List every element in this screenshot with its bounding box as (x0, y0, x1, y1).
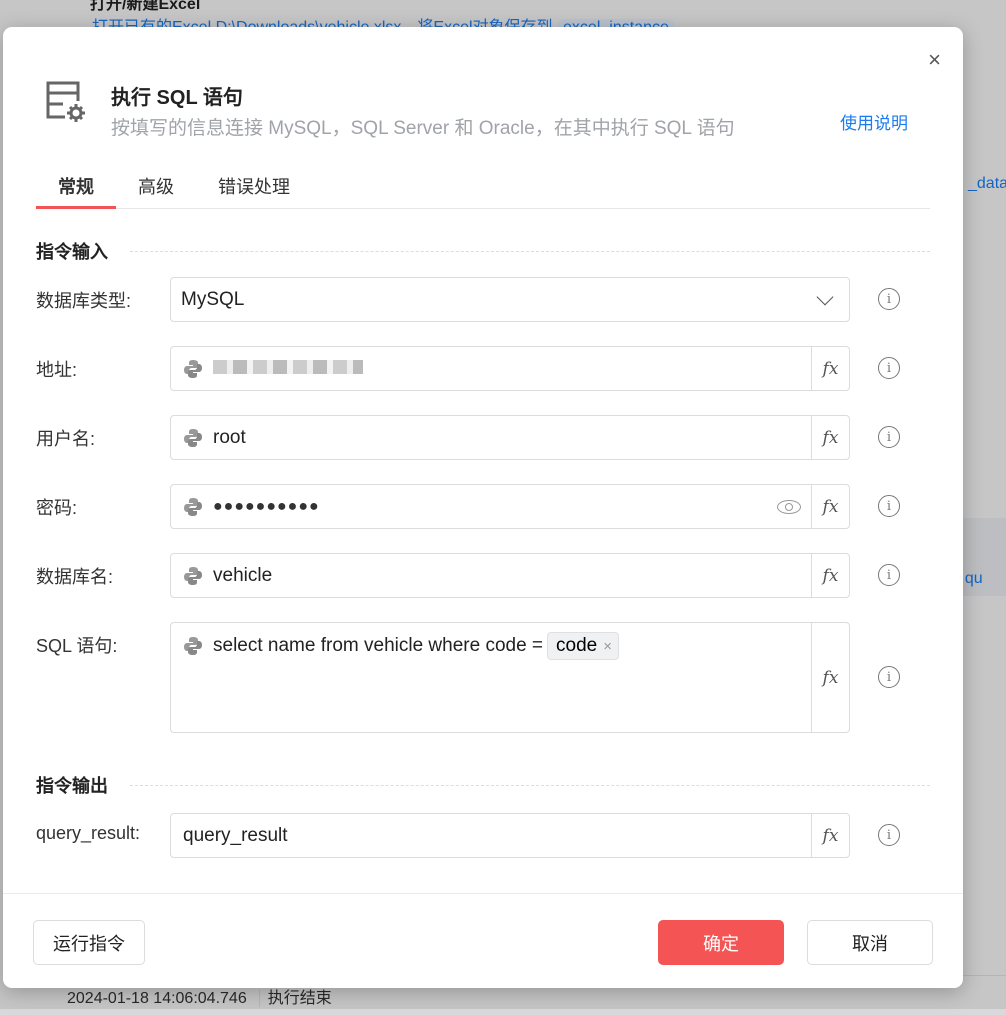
variable-chip[interactable]: code × (547, 632, 619, 660)
cancel-button[interactable]: 取消 (807, 920, 933, 965)
info-icon[interactable]: i (878, 666, 900, 688)
fx-button[interactable]: fx (811, 814, 849, 857)
tab-bar: 常规 高级 错误处理 (36, 167, 930, 209)
python-icon (184, 637, 202, 655)
info-icon[interactable]: i (878, 495, 900, 517)
info-icon[interactable]: i (878, 288, 900, 310)
sql-value: select name from vehicle where code = (213, 635, 544, 656)
username-value: root (213, 426, 246, 448)
python-icon (184, 359, 202, 378)
db-type-select[interactable]: MySQL (170, 277, 850, 322)
fx-button[interactable]: fx (811, 485, 849, 528)
redacted-address (213, 359, 363, 374)
info-icon[interactable]: i (878, 357, 900, 379)
input-section-heading: 指令输入 (36, 238, 930, 264)
output-section-heading: 指令输出 (36, 772, 930, 798)
password-value: ●●●●●●●●●● (213, 497, 320, 515)
info-icon[interactable]: i (878, 564, 900, 586)
username-label: 用户名: (36, 429, 96, 449)
chip-close-icon[interactable]: × (603, 638, 612, 655)
db-type-value: MySQL (181, 288, 245, 310)
info-icon[interactable]: i (878, 426, 900, 448)
confirm-button[interactable]: 确定 (658, 920, 784, 965)
sql-textarea[interactable]: select name from vehicle where code = co… (170, 622, 850, 733)
dialog-subtitle: 按填写的信息连接 MySQL，SQL Server 和 Oracle，在其中执行… (111, 118, 735, 139)
output-variable-input[interactable]: query_result fx (170, 813, 850, 858)
tab-error-handling[interactable]: 错误处理 (196, 167, 312, 209)
sql-label: SQL 语句: (36, 636, 118, 656)
tab-advanced[interactable]: 高级 (116, 167, 196, 209)
close-icon[interactable]: × (928, 47, 941, 73)
chip-label: code (556, 635, 598, 656)
db-name-input[interactable]: vehicle fx (170, 553, 850, 598)
password-input[interactable]: ●●●●●●●●●● fx (170, 484, 850, 529)
eye-icon[interactable] (777, 499, 801, 514)
python-icon (184, 497, 202, 516)
fx-button[interactable]: fx (811, 623, 849, 732)
address-input[interactable]: fx (170, 346, 850, 391)
chevron-down-icon (816, 288, 834, 305)
footer-divider (3, 893, 963, 894)
db-name-value: vehicle (213, 564, 273, 586)
fx-button[interactable]: fx (811, 554, 849, 597)
tab-general[interactable]: 常规 (36, 167, 116, 209)
db-name-label: 数据库名: (36, 567, 114, 587)
output-value: query_result (183, 824, 288, 846)
password-label: 密码: (36, 498, 78, 518)
fx-button[interactable]: fx (811, 347, 849, 390)
address-label: 地址: (36, 360, 78, 380)
fx-button[interactable]: fx (811, 416, 849, 459)
db-type-label: 数据库类型: (36, 291, 132, 311)
output-label: query_result: (36, 823, 141, 843)
dialog-title: 执行 SQL 语句 (111, 87, 243, 109)
database-settings-icon (46, 81, 85, 122)
username-input[interactable]: root fx (170, 415, 850, 460)
run-command-button[interactable]: 运行指令 (33, 920, 145, 965)
sql-dialog: × 执行 SQL 语句 按填写的信息连接 MySQL，SQL Server 和 … (3, 27, 963, 988)
help-link[interactable]: 使用说明 (840, 109, 908, 134)
python-icon (184, 428, 202, 447)
python-icon (184, 566, 202, 585)
info-icon[interactable]: i (878, 824, 900, 846)
